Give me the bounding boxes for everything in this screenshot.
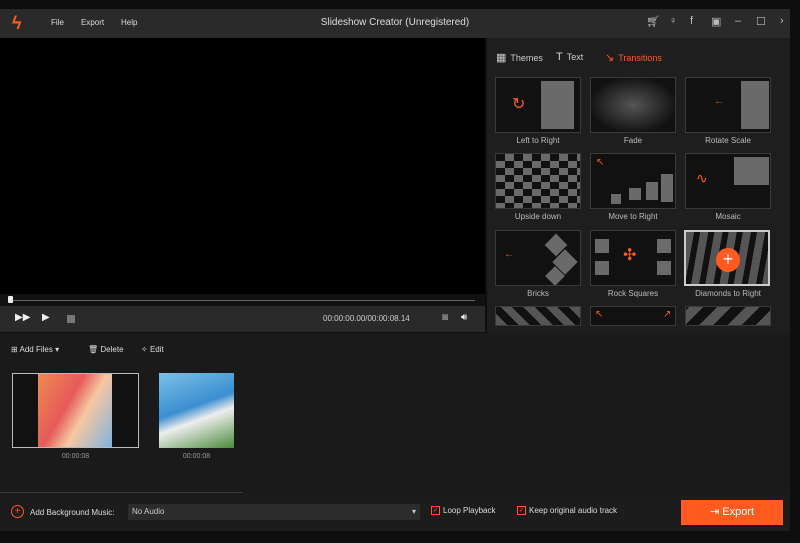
arrow-icon: ↖ [595,309,604,320]
transition-label: Move to Right [608,212,658,221]
title-bar: ϟ File Export Help Slideshow Creator (Un… [0,9,790,38]
grid-icon: ▦ [496,52,507,64]
media-duration: 00:00:08 [61,453,90,460]
facebook-icon[interactable]: f [690,15,693,27]
delete-button[interactable]: 🗑︎ Delete [88,345,124,354]
file-area: ⊞ Add Files ▾ 🗑︎ Delete ✧ Edit 00:00:08 … [0,333,487,495]
snapshot-icon[interactable]: ◙ [442,312,448,323]
delete-label: Delete [100,345,124,354]
transition-diamonds-to-right[interactable]: + [684,230,770,286]
transition-left-to-right[interactable]: ↻ [495,77,581,133]
transition-tile[interactable] [685,306,771,326]
seek-track [10,300,475,301]
volume-icon[interactable]: 🔊︎ [461,312,467,323]
transition-icon: ↘ [605,52,615,64]
rotate-arrow-icon: ↻ [512,96,526,113]
add-files-label: Add Files [19,345,53,354]
dropdown-arrow-icon: ▾ [411,507,416,516]
seek-handle[interactable] [8,296,13,303]
export-button[interactable]: ⇥ Export [681,500,783,525]
keep-audio-label: Keep original audio track [529,506,618,515]
bottom-bar: + Add Background Music: No Audio ▾ ✓ Loop … [0,495,790,531]
transition-move-to-right[interactable]: ↖ [590,153,676,209]
arrow-up-left-icon: ↖ [596,157,605,168]
add-music-icon[interactable]: + [11,505,24,518]
file-area-right [487,333,790,495]
media-thumbnail[interactable] [159,373,234,448]
divider [0,492,243,493]
music-label: Add Background Music: [30,508,115,517]
transition-label: Rock Squares [607,289,659,298]
thumbnail-image [38,374,112,447]
export-label: Export [722,506,755,518]
maximize-icon[interactable]: ☐ [756,15,766,28]
transition-label: Rotate Scale [705,136,751,145]
wave-arrow-icon: ∿ [696,170,708,186]
checkbox-checked-icon: ✓ [431,506,440,516]
media-duration: 00:00:08 [182,453,211,460]
audio-select[interactable]: No Audio ▾ [128,504,420,520]
player-controls: ▶▶ ▶ 00:00:00.00/00:00:08.14 ◙ 🔊︎ [0,306,485,332]
add-transition-icon[interactable]: + [716,248,740,272]
transition-bricks[interactable]: ← [495,230,581,286]
tab-label: Text [566,52,584,62]
keep-audio-checkbox[interactable]: ✓ Keep original audio track [517,506,618,516]
checkbox-checked-icon: ✓ [517,506,526,516]
transition-label: Fade [623,136,643,145]
transition-tile[interactable] [495,306,581,326]
transition-tile[interactable]: ↖ ↗ [590,306,676,326]
seek-bar[interactable] [0,294,485,306]
loop-label: Loop Playback [443,506,496,515]
video-preview [0,38,485,294]
arrow-left-icon: ← [714,96,724,107]
edit-label: Edit [149,345,164,354]
transition-fade[interactable] [590,77,676,133]
text-icon: T [556,51,563,63]
play-icon[interactable]: ▶ [42,312,50,323]
arrow-left-icon: ← [504,249,514,260]
transition-label: Upside down [514,212,562,221]
tab-transitions[interactable]: ↘ Transitions [605,51,662,64]
tab-label: Transitions [618,53,662,63]
arrow-icon: ↗ [663,309,672,320]
edit-icon: ✧ [141,345,150,354]
stop-icon[interactable] [67,315,75,323]
minimize-icon[interactable]: – [735,15,741,27]
add-files-button[interactable]: ⊞ Add Files ▾ [11,345,59,354]
key-icon[interactable]: ♀ [669,15,677,27]
trash-icon: 🗑︎ [88,345,101,354]
tab-label: Themes [510,53,543,63]
transition-mosaic[interactable]: ∿ [685,153,771,209]
transition-upside-down[interactable] [495,153,581,209]
fast-forward-icon[interactable]: ▶▶ [15,312,30,323]
expand-arrows-icon: ✣ [623,247,637,264]
tab-themes[interactable]: ▦ Themes [496,51,543,64]
edit-button[interactable]: ✧ Edit [141,345,164,354]
time-display: 00:00:00.00/00:00:08.14 [323,314,410,323]
media-thumbnail[interactable] [12,373,139,448]
transition-rotate-scale[interactable]: ← [685,77,771,133]
transition-label: Diamonds to Right [695,289,761,298]
transition-rock-squares[interactable]: ✣ [590,230,676,286]
loop-playback-checkbox[interactable]: ✓ Loop Playback [431,506,496,516]
feedback-icon[interactable]: ▣ [711,15,721,28]
transition-label: Mosaic [715,212,741,221]
transition-label: Bricks [527,289,549,298]
tab-text[interactable]: T Text [556,51,583,63]
close-icon[interactable]: › [780,15,784,27]
effects-panel: ▦ Themes T Text ↘ Transitions ↻ ← Left to R… [487,38,790,333]
cart-icon[interactable]: 🛒︎ [646,15,660,28]
audio-value: No Audio [132,507,165,516]
transition-label: Left to Right [516,136,560,145]
export-icon: ⇥ [709,506,723,518]
